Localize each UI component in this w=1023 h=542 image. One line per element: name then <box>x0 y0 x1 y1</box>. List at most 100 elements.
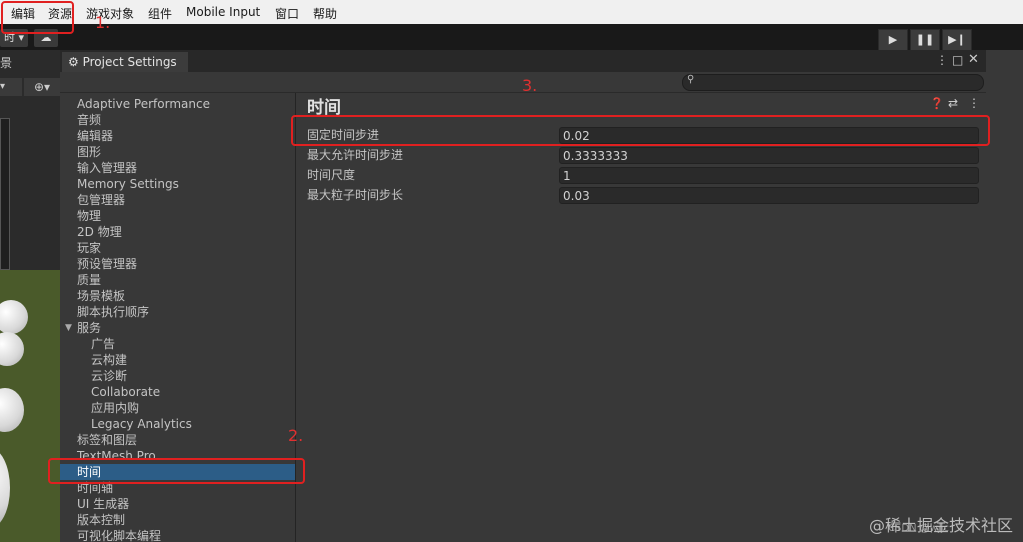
sidebar-item-tags-and-layers[interactable]: 标签和图层 <box>60 432 295 448</box>
sidebar-item-label: 云构建 <box>91 353 128 367</box>
sidebar-item-cloud-diagnostics[interactable]: 云诊断 <box>60 368 295 384</box>
sidebar-item-label: Memory Settings <box>77 177 179 191</box>
maximize-icon[interactable]: □ <box>952 53 963 67</box>
close-icon[interactable]: ✕ <box>968 52 979 67</box>
sidebar-item-physics-2d[interactable]: 2D 物理 <box>60 224 295 240</box>
menu-component[interactable]: 组件 <box>148 5 172 22</box>
annotation-box-menu <box>1 1 74 34</box>
scene-tools-strip <box>0 118 10 270</box>
menu-mobile-input[interactable]: Mobile Input <box>186 5 260 19</box>
sidebar-item-label: 可视化脚本编程 <box>77 529 162 542</box>
sidebar-item-legacy-analytics[interactable]: Legacy Analytics <box>60 416 295 432</box>
play-button[interactable]: ▶ <box>878 29 908 51</box>
sidebar-item-label: 玩家 <box>77 241 102 255</box>
sidebar-item-physics[interactable]: 物理 <box>60 208 295 224</box>
sidebar-item-player[interactable]: 玩家 <box>60 240 295 256</box>
sidebar-item-audio[interactable]: 音频 <box>60 112 295 128</box>
sidebar-item-label: 脚本执行顺序 <box>77 305 150 319</box>
window-tab[interactable]: ⚙ Project Settings <box>62 52 188 72</box>
sidebar-item-version-control[interactable]: 版本控制 <box>60 512 295 528</box>
sidebar-item-label: 音频 <box>77 113 102 127</box>
annotation-step-3: 3. <box>522 76 538 95</box>
scene-dropdown[interactable]: ▾ <box>0 78 22 96</box>
main-toolbar: 时 ▾ ☁ <box>0 24 1023 50</box>
menu-help[interactable]: 帮助 <box>313 5 337 22</box>
annotation-step-1: 1. <box>95 13 111 32</box>
globe-button[interactable]: ⊕▾ <box>24 78 60 96</box>
inspector-background <box>986 50 1023 542</box>
annotation-step-2: 2. <box>288 426 304 445</box>
prop-label-max-allowed-timestep: 最大允许时间步进 <box>307 148 404 162</box>
sphere-object <box>0 448 10 528</box>
step-button[interactable]: ▶❙ <box>942 29 972 51</box>
sidebar-item-label: 预设管理器 <box>77 257 138 271</box>
search-input[interactable]: ⚲ <box>682 74 984 91</box>
search-icon: ⚲ <box>687 74 695 85</box>
sidebar-item-label: 版本控制 <box>77 513 126 527</box>
prop-label-max-particle-timestep: 最大粒子时间步长 <box>307 188 404 202</box>
sidebar-item-editor[interactable]: 编辑器 <box>60 128 295 144</box>
annotation-box-time <box>48 458 305 484</box>
preset-icon[interactable]: ⇄ <box>948 96 958 110</box>
sidebar-item-quality[interactable]: 质量 <box>60 272 295 288</box>
step-icon: ▶❙ <box>948 33 966 46</box>
max-allowed-timestep-field[interactable]: 0.3333333 <box>559 147 979 164</box>
sidebar-item-scene-template[interactable]: 场景模板 <box>60 288 295 304</box>
sidebar-item-cloud-build[interactable]: 云构建 <box>60 352 295 368</box>
sidebar-item-label: 编辑器 <box>77 129 114 143</box>
sidebar-item-graphics[interactable]: 图形 <box>60 144 295 160</box>
window-titlebar: ⚙ Project Settings ⋮ □ ✕ <box>60 50 986 72</box>
pause-icon: ❚❚ <box>915 33 935 46</box>
scene-tab-label: 景 <box>0 56 13 70</box>
sidebar-item-label: UI 生成器 <box>77 497 130 511</box>
watermark: @稀土掘金技术社区 <box>868 516 1013 535</box>
sidebar-item-preset-manager[interactable]: 预设管理器 <box>60 256 295 272</box>
help-icon[interactable]: ❓ <box>930 97 944 110</box>
pause-button[interactable]: ❚❚ <box>910 29 940 51</box>
sidebar-item-collaborate[interactable]: Collaborate <box>60 384 295 400</box>
sidebar-item-label: 场景模板 <box>77 289 126 303</box>
sphere-object <box>0 388 24 432</box>
sidebar-item-label: 图形 <box>77 145 102 159</box>
menu-bar: 编辑 资源 游戏对象 组件 Mobile Input 窗口 帮助 <box>0 0 1023 24</box>
sidebar-item-package-manager[interactable]: 包管理器 <box>60 192 295 208</box>
sidebar-item-label: 应用内购 <box>91 401 140 415</box>
prop-label-time-scale: 时间尺度 <box>307 168 356 182</box>
sidebar-item-label: 2D 物理 <box>77 225 122 239</box>
menu-window[interactable]: 窗口 <box>275 5 299 22</box>
sphere-object <box>0 300 28 334</box>
sidebar-item-label: 标签和图层 <box>77 433 138 447</box>
sidebar-item-input-manager[interactable]: 输入管理器 <box>60 160 295 176</box>
sidebar-item-adaptive-performance[interactable]: Adaptive Performance <box>60 96 295 112</box>
sidebar-item-services[interactable]: ▼ 服务 <box>60 320 295 336</box>
play-icon: ▶ <box>888 33 898 46</box>
sidebar-item-label: 物理 <box>77 209 102 223</box>
scene-view <box>0 270 60 542</box>
globe-icon: ⊕▾ <box>33 80 51 94</box>
sidebar-item-label: Collaborate <box>91 385 161 399</box>
sidebar-item-visual-scripting[interactable]: 可视化脚本编程 <box>60 528 295 542</box>
time-scale-field[interactable]: 1 <box>559 167 979 184</box>
sidebar-item-script-execution-order[interactable]: 脚本执行顺序 <box>60 304 295 320</box>
annotation-box-fixed-timestep <box>291 115 990 146</box>
settings-content: 时间 ❓ ⇄ ⋮ 固定时间步进 0.02 最大允许时间步进 0.3333333 … <box>296 93 986 542</box>
sidebar-item-label: 广告 <box>91 337 116 351</box>
window-title: Project Settings <box>82 55 177 69</box>
more-options-icon[interactable]: ⋮ <box>936 53 948 67</box>
sidebar-item-label: Adaptive Performance <box>77 97 210 111</box>
sidebar-item-in-app-purchasing[interactable]: 应用内购 <box>60 400 295 416</box>
sidebar-item-memory-settings[interactable]: Memory Settings <box>60 176 295 192</box>
max-particle-timestep-field[interactable]: 0.03 <box>559 187 979 204</box>
gear-icon: ⚙ <box>68 55 79 69</box>
sidebar-item-label: 质量 <box>77 273 102 287</box>
sidebar-item-label: 服务 <box>77 321 102 335</box>
expand-triangle-icon[interactable]: ▼ <box>65 320 72 336</box>
sidebar-item-label: Legacy Analytics <box>91 417 192 431</box>
sidebar-item-label: 云诊断 <box>91 369 128 383</box>
more-options-icon[interactable]: ⋮ <box>968 96 980 110</box>
sidebar-item-label: 输入管理器 <box>77 161 138 175</box>
sidebar-item-ui-builder[interactable]: UI 生成器 <box>60 496 295 512</box>
sphere-object <box>0 332 24 366</box>
sidebar-item-label: 包管理器 <box>77 193 126 207</box>
sidebar-item-ads[interactable]: 广告 <box>60 336 295 352</box>
